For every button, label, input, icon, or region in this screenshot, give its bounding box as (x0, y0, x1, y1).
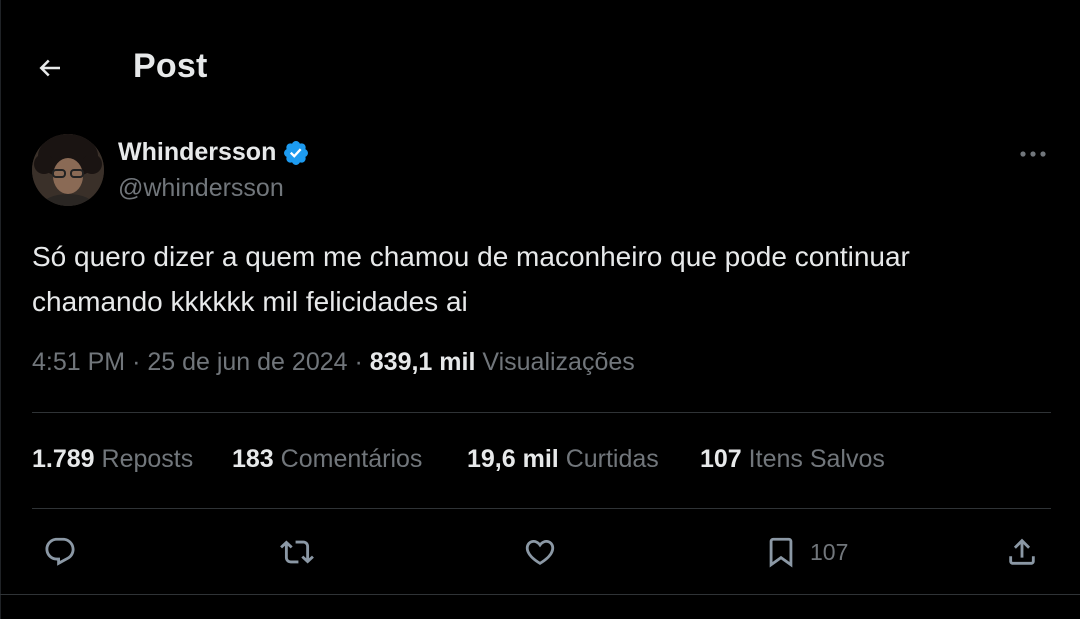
views-count: 839,1 mil (369, 348, 476, 376)
stat-reposts-label: Reposts (101, 445, 194, 473)
meta-separator: · (354, 348, 363, 376)
header-bar: Post (0, 38, 1080, 96)
arrow-left-icon (39, 59, 60, 77)
stat-likes-label: Curtidas (565, 445, 659, 473)
post-meta: 4:51 PM · 25 de jun de 2024 · 839,1 mil … (32, 348, 635, 377)
stat-bookmarks[interactable]: 107 Itens Salvos (700, 445, 885, 474)
share-icon (1009, 538, 1035, 565)
reply-icon (45, 537, 75, 566)
stat-comments-count: 183 (232, 445, 274, 473)
stat-bookmarks-label: Itens Salvos (748, 445, 885, 473)
avatar[interactable] (32, 134, 104, 206)
bookmark-button[interactable]: 107 (764, 530, 848, 574)
author-name[interactable]: Whindersson (118, 138, 276, 167)
bookmark-icon (769, 537, 793, 568)
post-time[interactable]: 4:51 PM (32, 348, 125, 376)
post-date[interactable]: 25 de jun de 2024 (147, 348, 347, 376)
stat-likes-count: 19,6 mil (467, 445, 559, 473)
more-horizontal-icon (1020, 151, 1046, 157)
verified-badge-icon (282, 139, 310, 167)
meta-separator: · (132, 348, 141, 376)
author-name-row: Whindersson (118, 138, 310, 167)
post-text: Só quero dizer a quem me chamou de macon… (32, 241, 910, 317)
stat-reposts-count: 1.789 (32, 445, 95, 473)
heart-icon (525, 539, 555, 565)
repost-icon (280, 540, 314, 564)
repost-button[interactable] (280, 530, 314, 574)
divider-bottom (32, 508, 1051, 509)
avatar-image (32, 134, 104, 206)
stat-comments-label: Comentários (280, 445, 423, 473)
stat-bookmarks-count: 107 (700, 445, 742, 473)
stat-reposts[interactable]: 1.789 Reposts (32, 445, 193, 474)
stat-comments[interactable]: 183 Comentários (232, 445, 422, 474)
more-options-button[interactable] (1015, 140, 1051, 168)
page-title: Post (133, 47, 208, 85)
share-button[interactable] (1005, 530, 1039, 574)
divider-top (32, 412, 1051, 413)
bookmark-count: 107 (810, 538, 849, 565)
author-handle[interactable]: @whindersson (118, 174, 284, 203)
views-label: Visualizações (482, 348, 635, 376)
post-page: Post Whindersson @whindersson Só quero d… (0, 0, 1080, 619)
bottom-border (0, 594, 1080, 595)
like-button[interactable] (523, 530, 557, 574)
stat-likes[interactable]: 19,6 mil Curtidas (467, 445, 659, 474)
reply-button[interactable] (43, 530, 77, 574)
back-button[interactable] (30, 48, 70, 88)
